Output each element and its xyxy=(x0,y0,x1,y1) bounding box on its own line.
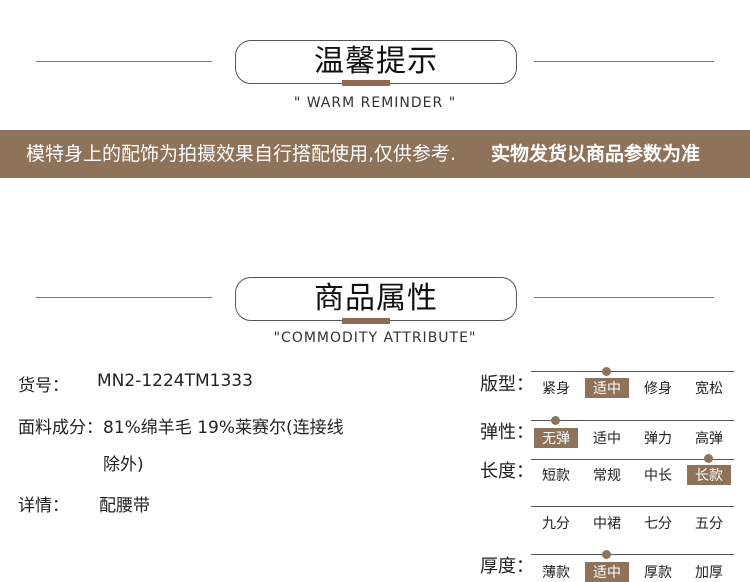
banner-text: 模特身上的配饰为拍摄效果自行搭配使用,仅供参考. xyxy=(26,143,457,165)
length-option-midskirt: 中裙 xyxy=(593,516,621,532)
length-row2-line xyxy=(531,506,734,507)
thickness-line xyxy=(531,554,734,555)
length-option-mid: 中长 xyxy=(644,468,672,484)
length-option-regular: 常规 xyxy=(593,468,621,484)
fit-selected-marker xyxy=(602,367,611,376)
fit-option-slim: 修身 xyxy=(644,381,672,397)
reminder-right-line xyxy=(534,61,714,62)
fabric-label: 面料成分： xyxy=(18,418,103,438)
reminder-title: 温馨提示 xyxy=(235,40,517,84)
detail-value: 配腰带 xyxy=(99,496,150,516)
sku-value: MN2-1224TM1333 xyxy=(97,371,253,391)
length-selected-marker xyxy=(704,454,713,463)
reminder-left-line xyxy=(36,61,212,62)
attribute-title: 商品属性 xyxy=(235,277,517,321)
detail-label: 详情： xyxy=(18,496,69,516)
length-option-seventh: 七分 xyxy=(644,516,672,532)
length-option-short: 短款 xyxy=(542,468,570,484)
length-label: 长度： xyxy=(480,461,534,482)
reminder-banner: 模特身上的配饰为拍摄效果自行搭配使用,仅供参考. 实物发货以商品参数为准 xyxy=(0,130,750,178)
length-option-ninth: 九分 xyxy=(542,516,570,532)
elasticity-option-high: 高弹 xyxy=(695,431,723,447)
length-option-fifth: 五分 xyxy=(695,516,723,532)
attribute-right-line xyxy=(534,297,714,298)
thickness-selected-marker xyxy=(602,550,611,559)
fabric-value-line2: 除外) xyxy=(103,455,144,475)
banner-text-bold: 实物发货以商品参数为准 xyxy=(491,143,701,165)
thickness-option-medium: 适中 xyxy=(585,562,629,582)
reminder-subtitle: " WARM REMINDER " xyxy=(293,95,457,111)
elasticity-option-medium: 适中 xyxy=(593,431,621,447)
attribute-title-accent xyxy=(342,318,390,324)
elasticity-label: 弹性： xyxy=(480,422,534,443)
attribute-subtitle: "COMMODITY ATTRIBUTE" xyxy=(273,330,477,346)
fabric-value-line1: 81%绵羊毛 19%莱赛尔(连接线 xyxy=(103,418,344,438)
thickness-option-thin: 薄款 xyxy=(542,565,570,581)
thickness-option-extra: 加厚 xyxy=(695,565,723,581)
length-option-long: 长款 xyxy=(687,465,731,485)
attribute-left-line xyxy=(36,297,212,298)
fit-option-loose: 宽松 xyxy=(695,381,723,397)
elasticity-option-none: 无弹 xyxy=(534,428,578,448)
fit-line xyxy=(531,371,734,372)
elasticity-selected-marker xyxy=(551,416,560,425)
elasticity-option-stretch: 弹力 xyxy=(644,431,672,447)
fit-option-tight: 紧身 xyxy=(542,381,570,397)
fit-label: 版型： xyxy=(480,374,534,395)
sku-label: 货号： xyxy=(18,376,69,396)
thickness-option-thick: 厚款 xyxy=(644,565,672,581)
reminder-title-accent xyxy=(342,80,390,86)
thickness-label: 厚度： xyxy=(480,556,534,577)
elasticity-line xyxy=(531,420,734,421)
fit-option-medium: 适中 xyxy=(585,378,629,398)
